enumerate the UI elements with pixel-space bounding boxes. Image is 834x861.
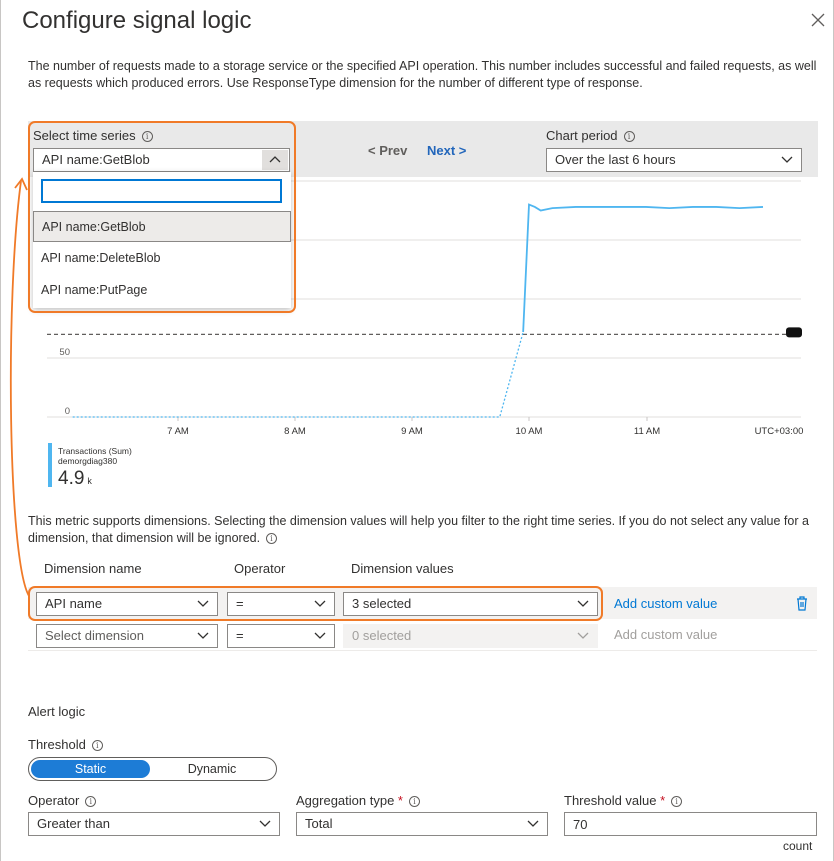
x-tick-label: 10 AM — [516, 426, 543, 437]
info-icon[interactable]: i — [266, 533, 278, 544]
info-icon[interactable]: i — [85, 796, 97, 807]
threshold-value-label: Threshold value * i — [564, 793, 683, 808]
dimension-name-select-empty[interactable]: Select dimension — [36, 624, 218, 648]
dimension-name-header: Dimension name — [44, 561, 142, 576]
legend-value: 4.9 k — [58, 468, 92, 489]
operator-select[interactable]: Greater than — [28, 812, 280, 836]
operator-label: Operator i — [28, 793, 97, 808]
info-icon[interactable]: i — [91, 740, 103, 751]
alert-logic-title: Alert logic — [28, 704, 86, 719]
highlight-box-dimension — [28, 586, 603, 621]
aggregation-type-label: Aggregation type * i — [296, 793, 420, 808]
x-tick-label: 7 AM — [167, 426, 189, 437]
threshold-unit: count — [783, 839, 813, 853]
chevron-down-icon — [314, 632, 326, 639]
dimension-operator-select-empty[interactable]: = — [227, 624, 335, 648]
threshold-label: Threshold i — [28, 737, 103, 752]
chevron-down-icon — [527, 820, 539, 827]
series-line — [522, 203, 764, 333]
info-icon[interactable]: i — [671, 796, 683, 807]
chevron-down-icon — [259, 820, 271, 827]
threshold-dynamic-option[interactable]: Dynamic — [150, 760, 274, 778]
x-tick-label: UTC+03:00 — [755, 426, 804, 437]
aggregation-type-select[interactable]: Total — [296, 812, 548, 836]
dimension-values-header: Dimension values — [351, 561, 454, 576]
threshold-static-option[interactable]: Static — [31, 760, 150, 778]
highlight-box-time-series — [28, 121, 296, 313]
dimensions-help: This metric supports dimensions. Selecti… — [28, 514, 809, 545]
chevron-down-icon — [197, 632, 209, 639]
x-tick-label: 11 AM — [634, 426, 660, 437]
threshold-handle[interactable] — [786, 327, 802, 338]
y-tick-label: 50 — [59, 347, 70, 358]
info-icon[interactable]: i — [408, 796, 420, 807]
chevron-down-icon — [577, 632, 589, 639]
series-line-dashed — [72, 331, 524, 418]
threshold-value-input[interactable] — [564, 812, 817, 836]
dimension-values-select-disabled: 0 selected — [343, 624, 598, 648]
legend-color-bar — [48, 443, 52, 487]
x-tick-label: 8 AM — [284, 426, 306, 437]
operator-header: Operator — [234, 561, 286, 576]
divider — [28, 650, 817, 651]
y-tick-label: 0 — [65, 406, 70, 417]
add-custom-value-link[interactable]: Add custom value — [614, 596, 717, 611]
delete-icon[interactable] — [795, 595, 809, 611]
add-custom-value-link-disabled: Add custom value — [614, 627, 718, 642]
legend-label: Transactions (Sum) demorgdiag380 — [58, 446, 132, 466]
x-tick-label: 9 AM — [401, 426, 423, 437]
